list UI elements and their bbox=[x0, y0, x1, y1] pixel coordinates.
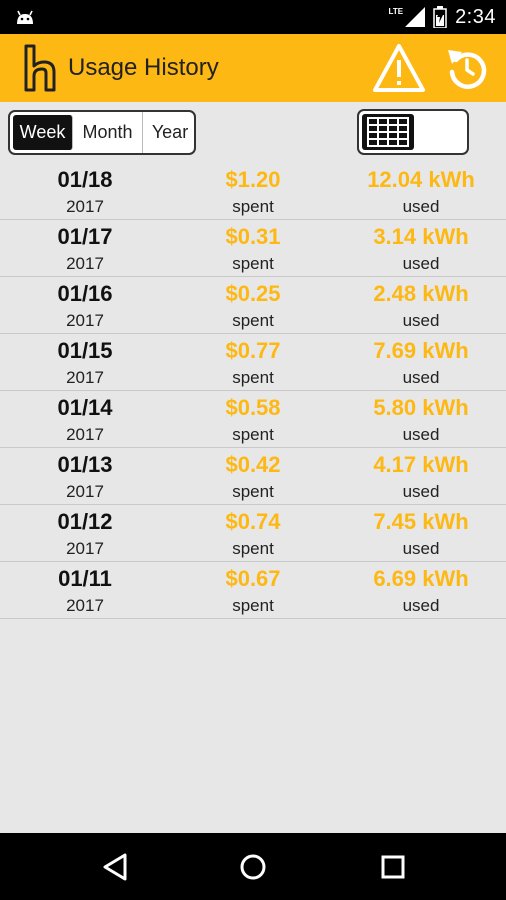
row-spent-label: spent bbox=[232, 482, 274, 501]
row-cost: $0.42 bbox=[225, 452, 281, 477]
period-selector: Week Month Year bbox=[8, 110, 196, 155]
nav-bar bbox=[0, 833, 506, 900]
row-year: 2017 bbox=[66, 368, 104, 387]
warning-icon[interactable] bbox=[372, 42, 426, 94]
row-cost: $0.31 bbox=[225, 224, 281, 249]
row-year: 2017 bbox=[66, 197, 104, 216]
status-right: LTE 2:34 bbox=[389, 6, 496, 29]
usage-row[interactable]: 01/16 2017 $0.25 spent 2.48 kWh used bbox=[0, 277, 506, 334]
row-date: 01/17 bbox=[57, 224, 113, 249]
row-date: 01/13 bbox=[57, 452, 113, 477]
row-used-label: used bbox=[402, 425, 440, 444]
row-used-label: used bbox=[402, 596, 440, 615]
row-year: 2017 bbox=[66, 311, 104, 330]
row-date: 01/18 bbox=[57, 167, 113, 192]
status-bar: LTE 2:34 bbox=[0, 0, 506, 34]
row-used-label: used bbox=[402, 311, 440, 330]
row-cost: $1.20 bbox=[225, 167, 281, 192]
back-icon[interactable] bbox=[95, 847, 135, 887]
row-year: 2017 bbox=[66, 539, 104, 558]
row-spent-label: spent bbox=[232, 425, 274, 444]
status-time: 2:34 bbox=[455, 5, 496, 28]
grid-icon bbox=[367, 117, 409, 147]
usage-row[interactable]: 01/13 2017 $0.42 spent 4.17 kWh used bbox=[0, 448, 506, 505]
row-year: 2017 bbox=[66, 254, 104, 273]
recents-icon[interactable] bbox=[373, 847, 413, 887]
row-spent-label: spent bbox=[232, 311, 274, 330]
row-date: 01/12 bbox=[57, 509, 113, 534]
row-used-label: used bbox=[402, 254, 440, 273]
row-used-label: used bbox=[402, 482, 440, 501]
tab-year[interactable]: Year bbox=[143, 112, 194, 153]
row-year: 2017 bbox=[66, 425, 104, 444]
row-kwh: 6.69 kWh bbox=[373, 566, 469, 591]
row-kwh: 3.14 kWh bbox=[373, 224, 469, 249]
row-used-label: used bbox=[402, 368, 440, 387]
row-kwh: 2.48 kWh bbox=[373, 281, 469, 306]
page-title: Usage History bbox=[68, 54, 219, 81]
status-left bbox=[14, 8, 36, 26]
row-cost: $0.77 bbox=[225, 338, 281, 363]
usage-row[interactable]: 01/14 2017 $0.58 spent 5.80 kWh used bbox=[0, 391, 506, 448]
row-spent-label: spent bbox=[232, 539, 274, 558]
row-used-label: used bbox=[402, 539, 440, 558]
row-date: 01/15 bbox=[57, 338, 113, 363]
usage-row[interactable]: 01/17 2017 $0.31 spent 3.14 kWh used bbox=[0, 220, 506, 277]
row-spent-label: spent bbox=[232, 368, 274, 387]
app-logo-icon bbox=[24, 44, 56, 92]
table-view-button[interactable] bbox=[362, 114, 414, 150]
row-spent-label: spent bbox=[232, 596, 274, 615]
usage-row[interactable]: 01/12 2017 $0.74 spent 7.45 kWh used bbox=[0, 505, 506, 562]
tab-month[interactable]: Month bbox=[73, 112, 143, 153]
row-kwh: 5.80 kWh bbox=[373, 395, 469, 420]
row-cost: $0.25 bbox=[225, 281, 281, 306]
usage-row[interactable]: 01/11 2017 $0.67 spent 6.69 kWh used bbox=[0, 562, 506, 619]
row-kwh: 7.69 kWh bbox=[373, 338, 469, 363]
network-type: LTE bbox=[388, 6, 404, 16]
row-cost: $0.74 bbox=[225, 509, 281, 534]
row-kwh: 7.45 kWh bbox=[373, 509, 469, 534]
view-toggle[interactable] bbox=[357, 109, 469, 155]
row-kwh: 12.04 kWh bbox=[367, 167, 475, 192]
tab-week[interactable]: Week bbox=[13, 115, 73, 150]
home-icon[interactable] bbox=[233, 847, 273, 887]
row-date: 01/11 bbox=[58, 566, 112, 591]
android-debug-icon bbox=[17, 10, 33, 24]
row-kwh: 4.17 kWh bbox=[373, 452, 469, 477]
row-cost: $0.58 bbox=[225, 395, 281, 420]
row-date: 01/16 bbox=[57, 281, 113, 306]
usage-list: 01/18 2017 $1.20 spent 12.04 kWh used 01/17 201… bbox=[0, 163, 506, 619]
battery-icon bbox=[433, 6, 447, 28]
row-spent-label: spent bbox=[232, 197, 274, 216]
usage-row[interactable]: 01/15 2017 $0.77 spent 7.69 kWh used bbox=[0, 334, 506, 391]
row-used-label: used bbox=[402, 197, 440, 216]
app-bar: Usage History bbox=[0, 34, 506, 102]
row-year: 2017 bbox=[66, 482, 104, 501]
usage-row[interactable]: 01/18 2017 $1.20 spent 12.04 kWh used bbox=[0, 163, 506, 220]
signal-icon bbox=[405, 7, 426, 27]
refresh-icon[interactable] bbox=[444, 44, 490, 92]
row-spent-label: spent bbox=[232, 254, 274, 273]
row-date: 01/14 bbox=[57, 395, 113, 420]
row-cost: $0.67 bbox=[225, 566, 281, 591]
row-year: 2017 bbox=[66, 596, 104, 615]
